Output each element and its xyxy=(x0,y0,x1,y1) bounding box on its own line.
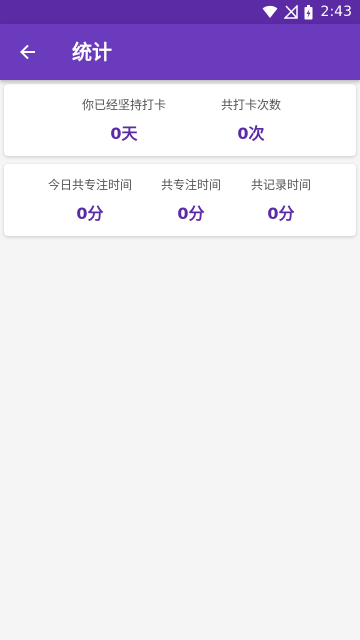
today-focus-value: 0分 xyxy=(76,204,104,223)
total-record-value: 0分 xyxy=(267,204,295,223)
arrow-left-icon xyxy=(20,44,35,60)
streak-stat: 你已经坚持打卡 0天 xyxy=(64,96,184,144)
app-bar: 统计 xyxy=(0,24,360,80)
total-focus-value: 0分 xyxy=(177,204,205,223)
total-focus-stat: 共专注时间 0分 xyxy=(150,176,232,224)
total-record-label: 共记录时间 xyxy=(250,178,311,192)
total-checkin-value: 0次 xyxy=(237,124,265,143)
checkin-stats-card: 你已经坚持打卡 0天 共打卡次数 0次 xyxy=(4,84,356,156)
status-time: 2:43 xyxy=(320,4,352,20)
total-record-stat: 共记录时间 0分 xyxy=(240,176,322,224)
focus-stats-card: 今日共专注时间 0分 共专注时间 0分 共记录时间 0分 xyxy=(4,164,356,236)
total-focus-label: 共专注时间 xyxy=(160,178,221,192)
wifi-icon xyxy=(262,5,278,19)
total-checkin-label: 共打卡次数 xyxy=(220,98,281,112)
battery-charging-icon xyxy=(304,4,313,20)
today-focus-stat: 今日共专注时间 0分 xyxy=(40,176,140,224)
no-signal-icon xyxy=(283,5,298,19)
status-bar: 2:43 xyxy=(0,0,360,24)
status-icons: 2:43 xyxy=(262,0,352,24)
back-button[interactable] xyxy=(12,36,44,68)
streak-label: 你已经坚持打卡 xyxy=(81,98,166,112)
today-focus-label: 今日共专注时间 xyxy=(47,178,132,192)
page-title: 统计 xyxy=(72,40,112,64)
total-checkin-stat: 共打卡次数 0次 xyxy=(196,96,306,144)
streak-value: 0天 xyxy=(110,124,138,143)
